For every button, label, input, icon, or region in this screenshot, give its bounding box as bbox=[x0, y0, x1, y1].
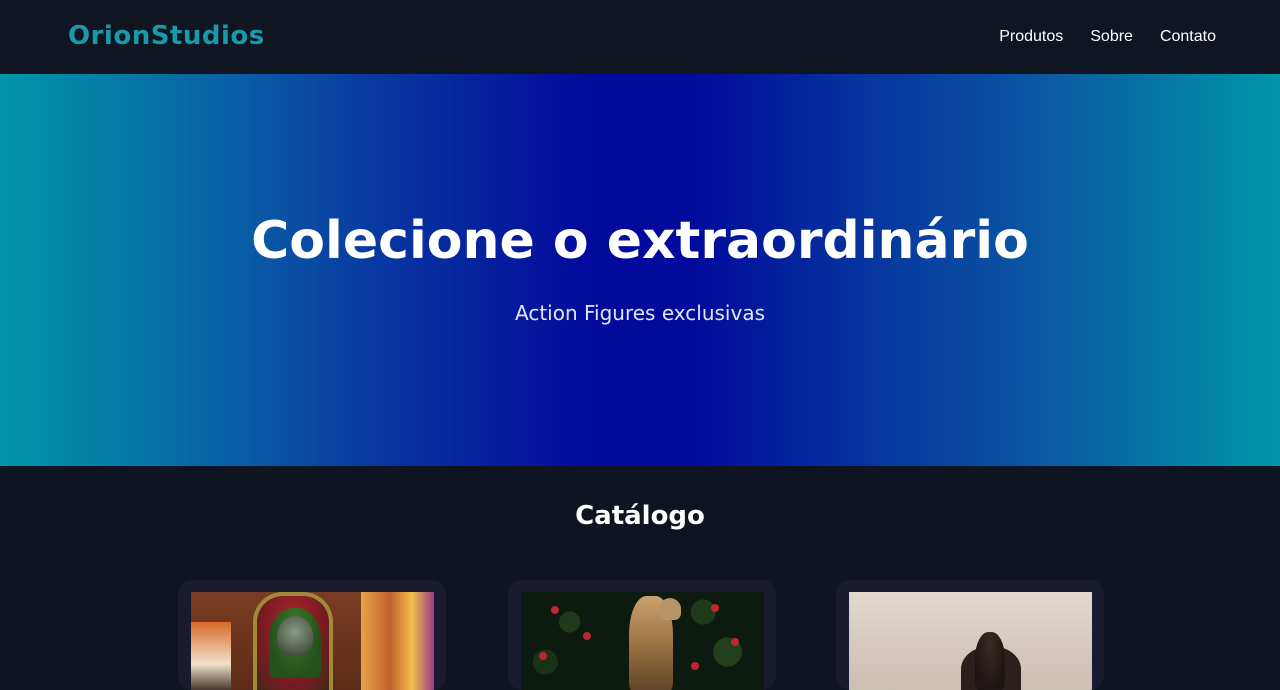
dark-figure bbox=[975, 632, 1005, 690]
background-shelf bbox=[191, 622, 231, 690]
hero-subtitle: Action Figures exclusivas bbox=[515, 301, 765, 325]
product-image[interactable] bbox=[191, 592, 434, 690]
product-image[interactable] bbox=[849, 592, 1092, 690]
product-card[interactable] bbox=[178, 580, 446, 690]
rose-dot bbox=[691, 662, 699, 670]
catalog-title: Catálogo bbox=[575, 501, 705, 531]
brand-logo[interactable]: OrionStudios bbox=[68, 19, 265, 53]
toy-shelf bbox=[361, 592, 434, 690]
nav-link-contato[interactable]: Contato bbox=[1160, 26, 1216, 48]
figure-helmet bbox=[659, 598, 681, 620]
rose-dot bbox=[539, 652, 547, 660]
figure-mask bbox=[277, 616, 313, 656]
rose-dot bbox=[583, 632, 591, 640]
product-card[interactable] bbox=[836, 580, 1104, 690]
rose-dot bbox=[551, 606, 559, 614]
rose-dot bbox=[711, 604, 719, 612]
rose-dot bbox=[731, 638, 739, 646]
hero-banner: Colecione o extraordinário Action Figure… bbox=[0, 74, 1280, 466]
hero-title: Colecione o extraordinário bbox=[251, 211, 1029, 271]
top-navbar: OrionStudios Produtos Sobre Contato bbox=[0, 0, 1280, 74]
main-nav: Produtos Sobre Contato bbox=[999, 26, 1216, 48]
product-card[interactable] bbox=[508, 580, 776, 690]
nav-link-sobre[interactable]: Sobre bbox=[1090, 26, 1133, 48]
product-image[interactable] bbox=[521, 592, 764, 690]
nav-link-produtos[interactable]: Produtos bbox=[999, 26, 1063, 48]
catalog-section: Catálogo bbox=[0, 466, 1280, 690]
